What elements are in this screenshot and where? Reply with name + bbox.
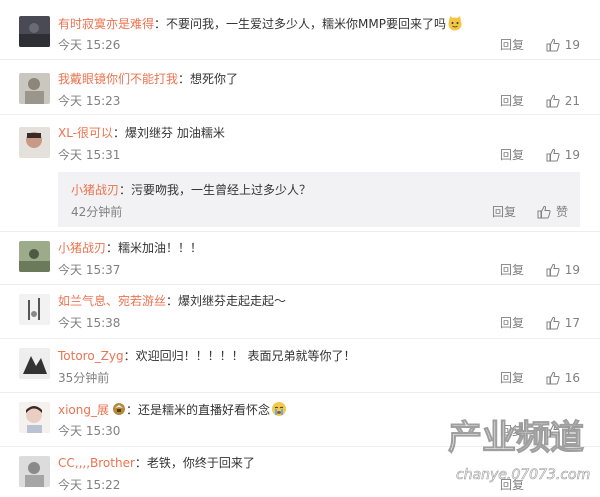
comment-item: Totoro_Zyg：欢迎回归！！！！！ 表面兄弟就等你了！ 35分钟前 回复 … [0,339,600,393]
reply-button[interactable]: 回复 [500,37,524,53]
thumbs-up-icon [546,148,560,162]
like-count: 19 [564,38,580,52]
avatar[interactable] [19,127,50,158]
member-badge-icon[interactable] [112,402,126,416]
comment-time: 42分钟前 [71,205,123,219]
avatar[interactable] [19,241,50,272]
comment-item: 有时寂寞亦是难得：不要问我，一生爱过多少人，糯米你MMP要回来了吗 今天 15:… [0,0,600,60]
thumbs-up-icon [537,205,551,219]
reply-button[interactable]: 回复 [500,370,524,386]
avatar[interactable] [19,402,50,433]
like-button[interactable]: 19 [546,262,580,278]
thumbs-up-icon [546,371,560,385]
like-button[interactable]: 21 [546,93,580,109]
like-count: 15 [564,424,580,438]
comment-item: 如兰气息、宛若游丝：爆刘继芬走起走起～ 今天 15:38 回复 17 [0,285,600,339]
comment-time: 今天 15:37 [58,263,121,277]
like-count: 16 [564,371,580,385]
comment-time: 今天 15:23 [58,94,121,108]
like-button[interactable]: 19 [546,37,580,53]
username[interactable]: 小猪战刃 [71,183,119,197]
comment-text: ：还是糯米的直播好看怀念 [126,403,271,417]
username[interactable]: Totoro_Zyg [58,349,124,363]
like-label: 赞 [555,205,568,219]
username[interactable]: CC,,,,Brother [58,456,135,470]
avatar[interactable] [19,16,50,47]
comment-text: ：老铁，你终于回来了 [134,456,255,470]
comment-item: XL-很可以：爆刘继芬 加油糯米 今天 15:31 回复 19 小猪战刃：污要吻… [0,115,600,232]
username[interactable]: 如兰气息、宛若游丝 [58,294,166,308]
reply-button[interactable]: 回复 [500,423,524,439]
thumbs-up-icon [546,424,560,438]
crying-face-emoji-icon [271,401,287,417]
comment-text: ：爆刘继芬 加油糯米 [113,126,225,140]
avatar[interactable] [19,348,50,379]
like-count: 17 [564,316,580,330]
cat-face-emoji-icon [447,15,463,31]
thumbs-up-icon [546,94,560,108]
username[interactable]: 我戴眼镜你们不能打我 [58,72,178,86]
username[interactable]: xiong_展 [58,403,109,417]
comment-item: CC,,,,Brother：老铁，你终于回来了 今天 15:22 回复 [0,447,600,497]
like-button[interactable]: 17 [546,315,580,331]
comment-time: 今天 15:22 [58,478,121,492]
username[interactable]: XL-很可以 [58,126,113,140]
comment-text: ：爆刘继芬走起走起～ [166,294,287,308]
username[interactable]: 小猪战刃 [58,241,106,255]
comment-item: 我戴眼镜你们不能打我：想死你了 今天 15:23 回复 21 [0,60,600,115]
reply-button[interactable]: 回复 [500,477,524,493]
sub-reply: 小猪战刃：污要吻我，一生曾经上过多少人？ 42分钟前 回复 赞 [58,172,580,227]
like-button[interactable]: 15 [546,423,580,439]
thumbs-up-icon [546,263,560,277]
comment-time: 今天 15:26 [58,38,121,52]
like-count: 19 [564,148,580,162]
comment-text: ：想死你了 [178,72,239,86]
comment-time: 今天 15:31 [58,148,121,162]
comment-text: ：糯米加油！！！ [106,241,203,255]
avatar[interactable] [19,294,50,325]
comment-text: ：欢迎回归！！！！！ 表面兄弟就等你了！ [123,349,356,363]
thumbs-up-icon [546,38,560,52]
comment-time: 35分钟前 [58,371,110,385]
reply-button[interactable]: 回复 [492,204,516,220]
like-button[interactable]: 赞 [537,204,568,220]
comment-time: 今天 15:30 [58,424,121,438]
like-button[interactable]: 19 [546,147,580,163]
comment-list: 有时寂寞亦是难得：不要问我，一生爱过多少人，糯米你MMP要回来了吗 今天 15:… [0,0,600,497]
comment-item: xiong_展 ：还是糯米的直播好看怀念 今天 15:30 回复 15 [0,393,600,447]
avatar[interactable] [19,73,50,104]
comment-text: ：污要吻我，一生曾经上过多少人？ [119,183,312,197]
thumbs-up-icon [546,316,560,330]
comment-text: ：不要问我，一生爱过多少人，糯米你MMP要回来了吗 [154,17,446,31]
reply-button[interactable]: 回复 [500,315,524,331]
reply-button[interactable]: 回复 [500,262,524,278]
username[interactable]: 有时寂寞亦是难得 [58,17,154,31]
avatar[interactable] [19,456,50,487]
like-count: 21 [564,94,580,108]
like-button[interactable]: 16 [546,370,580,386]
like-count: 19 [564,263,580,277]
reply-button[interactable]: 回复 [500,93,524,109]
comment-time: 今天 15:38 [58,316,121,330]
comment-item: 小猪战刃：糯米加油！！！ 今天 15:37 回复 19 [0,232,600,285]
reply-button[interactable]: 回复 [500,147,524,163]
